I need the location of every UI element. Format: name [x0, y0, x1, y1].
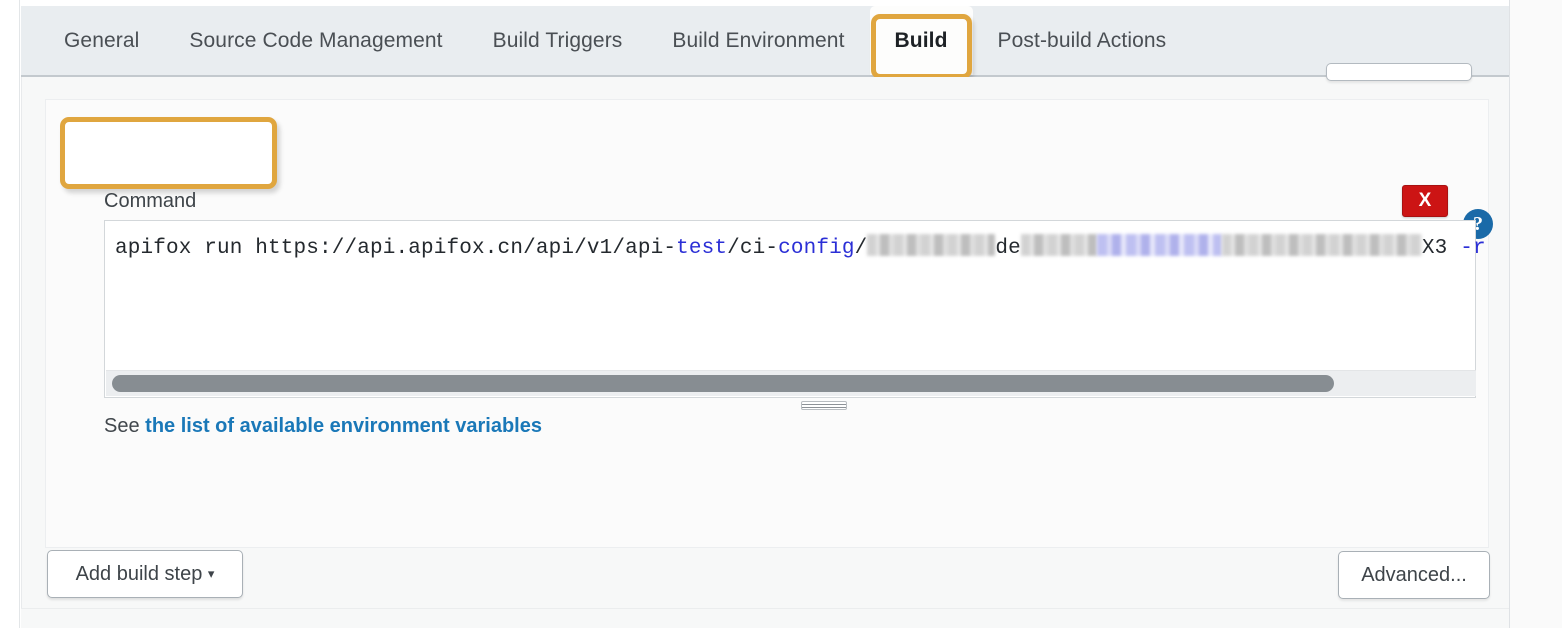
command-token-keyword: test: [676, 237, 728, 260]
page-left-gutter: [0, 0, 20, 628]
advanced-button[interactable]: Advanced...: [1338, 551, 1490, 599]
command-token-text: /ci-: [727, 237, 779, 260]
environment-variables-hint: See the list of available environment va…: [104, 415, 542, 438]
command-token-redacted: [1020, 234, 1097, 256]
build-section-content: Execute shell X ? Command apifox run htt…: [21, 63, 1509, 628]
command-horizontal-scrollbar[interactable]: [106, 370, 1476, 396]
command-token-text: X3: [1421, 237, 1461, 260]
command-token-keyword: config: [778, 237, 855, 260]
tab-label: Post-build Actions: [997, 29, 1167, 52]
command-scrollbar-thumb[interactable]: [112, 375, 1334, 392]
tab-source-code-management[interactable]: Source Code Management: [164, 6, 467, 75]
page-bottom-strip: [21, 608, 1509, 628]
command-token-keyword: -r: [1460, 237, 1486, 260]
tab-label: General: [64, 29, 140, 52]
command-token-redacted: [1221, 234, 1422, 256]
tab-label: Source Code Management: [189, 29, 443, 52]
tab-general[interactable]: General: [39, 6, 164, 75]
add-build-step-button[interactable]: Add build step ▾: [47, 550, 243, 598]
command-token-redacted: [1096, 234, 1222, 256]
hint-prefix-text: See: [104, 415, 146, 437]
config-tab-list: General Source Code Management Build Trigg…: [21, 6, 1192, 79]
tab-label: Build Environment: [672, 29, 845, 52]
command-token-text: /: [854, 237, 868, 260]
command-text-content: apifox run https://api.apifox.cn/api/v1/…: [115, 231, 1486, 263]
jenkins-job-config-page: General Source Code Management Build Trigg…: [0, 0, 1562, 628]
add-build-step-label: Add build step: [75, 563, 203, 585]
command-token-text: apifox run https://api.apifox.cn/api/v1/…: [115, 237, 677, 260]
textarea-resize-handle[interactable]: [801, 401, 847, 410]
command-textarea[interactable]: apifox run https://api.apifox.cn/api/v1/…: [104, 220, 1486, 398]
command-token-redacted: [867, 234, 996, 256]
page-right-gutter: [1509, 0, 1562, 628]
previous-step-button-partial[interactable]: [1326, 63, 1472, 81]
environment-variables-link[interactable]: the list of available environment variab…: [145, 415, 542, 437]
command-token-text: de: [995, 237, 1021, 260]
drag-grip-icon[interactable]: [78, 133, 95, 173]
command-field-label: Command: [104, 190, 197, 212]
build-step-title: Execute shell: [122, 133, 258, 156]
build-step-panel-execute-shell: Execute shell X ? Command apifox run htt…: [45, 99, 1493, 599]
tab-build-triggers[interactable]: Build Triggers: [468, 6, 648, 75]
tab-post-build-actions[interactable]: Post-build Actions: [973, 6, 1192, 75]
tab-label: Build: [894, 29, 948, 52]
tab-build-environment[interactable]: Build Environment: [647, 6, 869, 75]
tab-label: Build Triggers: [492, 29, 623, 52]
tab-build[interactable]: Build: [869, 6, 973, 79]
chevron-down-icon: ▾: [207, 566, 215, 581]
delete-build-step-button[interactable]: X: [1402, 185, 1448, 217]
config-tabbar: General Source Code Management Build Trigg…: [21, 6, 1509, 79]
